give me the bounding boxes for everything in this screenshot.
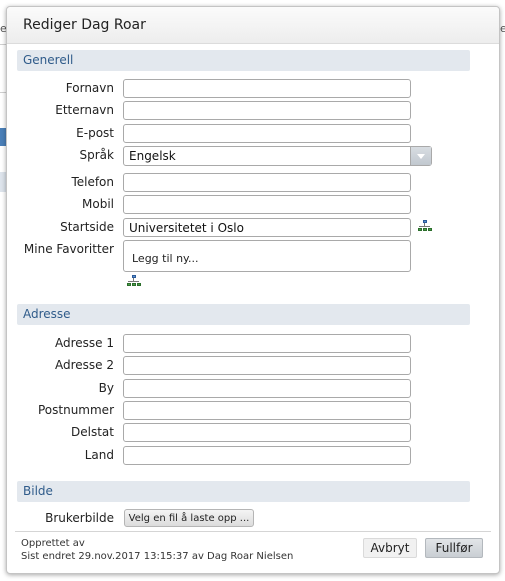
cancel-button[interactable]: Avbryt	[363, 538, 417, 558]
etternavn-label: Etternavn	[55, 103, 114, 117]
land-input[interactable]	[123, 446, 411, 465]
startside-label: Startside	[60, 220, 114, 234]
section-address-title: Adresse	[23, 307, 71, 321]
mobil-input[interactable]	[123, 195, 411, 214]
epost-input[interactable]	[123, 124, 411, 143]
brukerbilde-label: Brukerbilde	[45, 511, 114, 525]
section-image-title: Bilde	[23, 484, 53, 498]
etternavn-input[interactable]	[123, 101, 411, 120]
modified-text: Sist endret 29.nov.2017 13:15:37 av Dag …	[21, 551, 294, 562]
fornavn-input[interactable]	[123, 79, 411, 98]
startside-input[interactable]	[123, 218, 411, 237]
dialog-header[interactable]: Rediger Dag Roar	[7, 7, 499, 44]
dialog-title: Rediger Dag Roar	[23, 17, 146, 33]
sprak-label: Språk	[79, 148, 114, 162]
add-favorite-link[interactable]: Legg til ny...	[132, 252, 199, 265]
finish-button[interactable]: Fullfør	[425, 538, 483, 558]
postnummer-input[interactable]	[123, 401, 411, 420]
fornavn-label: Fornavn	[65, 81, 114, 95]
by-input[interactable]	[123, 379, 411, 398]
telefon-label: Telefon	[71, 175, 114, 189]
mobil-label: Mobil	[82, 197, 114, 211]
delstat-input[interactable]	[123, 423, 411, 442]
sprak-selected-value: Engelsk	[129, 149, 176, 163]
section-general-title: Generell	[23, 53, 74, 67]
background-text: e	[500, 22, 505, 35]
chevron-down-icon[interactable]	[410, 147, 431, 165]
favoritter-label: Mine Favoritter	[23, 242, 114, 256]
epost-label: E-post	[76, 126, 114, 140]
section-general: Generell	[17, 50, 470, 71]
section-address: Adresse	[17, 304, 470, 325]
delstat-label: Delstat	[71, 425, 114, 439]
created-by-text: Opprettet av	[21, 538, 85, 549]
telefon-input[interactable]	[123, 173, 411, 192]
adresse2-input[interactable]	[123, 356, 411, 375]
section-image: Bilde	[17, 481, 470, 502]
favoritter-list[interactable]: Legg til ny...	[123, 240, 411, 272]
footer-divider	[15, 531, 491, 532]
land-label: Land	[84, 448, 114, 462]
adresse1-input[interactable]	[123, 334, 411, 353]
adresse1-label: Adresse 1	[54, 336, 114, 350]
edit-user-dialog: Rediger Dag Roar Generell Fornavn Ettern…	[6, 6, 500, 574]
adresse2-label: Adresse 2	[54, 358, 114, 372]
postnummer-label: Postnummer	[37, 403, 114, 417]
tree-structure-icon[interactable]	[127, 275, 141, 287]
sprak-select[interactable]: Engelsk	[123, 146, 432, 166]
upload-file-button[interactable]: Velg en fil å laste opp ...	[124, 509, 254, 527]
tree-structure-icon[interactable]	[418, 220, 432, 232]
by-label: By	[98, 381, 114, 395]
